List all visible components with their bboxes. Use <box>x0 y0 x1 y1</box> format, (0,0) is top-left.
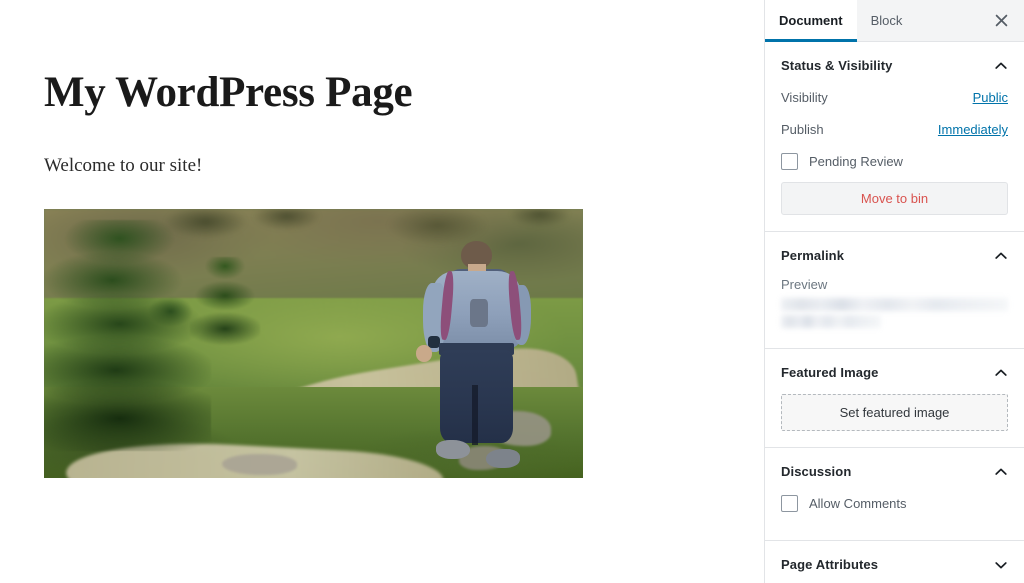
image-block[interactable] <box>44 209 583 478</box>
move-to-bin-button[interactable]: Move to bin <box>781 182 1008 215</box>
tab-document-label: Document <box>779 13 843 28</box>
chevron-up-icon <box>995 369 1007 376</box>
allow-comments-checkbox[interactable] <box>781 495 798 512</box>
pending-review-row: Pending Review <box>781 151 1008 182</box>
set-featured-image-button[interactable]: Set featured image <box>781 394 1008 431</box>
chevron-up-icon <box>995 252 1007 259</box>
permalink-preview-value-redacted[interactable] <box>781 298 1008 328</box>
panel-discussion-header[interactable]: Discussion <box>765 448 1024 493</box>
panel-discussion: Discussion Allow Comments <box>765 448 1024 541</box>
publish-label: Publish <box>781 122 824 137</box>
panel-page-attributes: Page Attributes <box>765 541 1024 583</box>
tab-block[interactable]: Block <box>857 0 917 41</box>
sidebar-tab-bar: Document Block <box>765 0 1024 42</box>
panel-featured-image: Featured Image Set featured image <box>765 349 1024 448</box>
publish-row: Publish Immediately <box>781 119 1008 151</box>
publish-value-button[interactable]: Immediately <box>938 122 1008 137</box>
panel-status-and-visibility: Status & Visibility Visibility Public Pu… <box>765 42 1024 232</box>
panel-discussion-body: Allow Comments <box>765 493 1024 540</box>
hiker-on-mountain-trail-photo <box>44 209 583 478</box>
panel-permalink-header[interactable]: Permalink <box>765 232 1024 277</box>
pending-review-label[interactable]: Pending Review <box>809 154 903 169</box>
panel-featured-image-title: Featured Image <box>781 365 879 380</box>
panel-featured-image-body: Set featured image <box>765 394 1024 447</box>
allow-comments-row: Allow Comments <box>781 493 1008 524</box>
panel-featured-image-header[interactable]: Featured Image <box>765 349 1024 394</box>
chevron-up-icon <box>995 62 1007 69</box>
permalink-preview-label: Preview <box>781 277 828 292</box>
panel-status-and-visibility-title: Status & Visibility <box>781 58 893 73</box>
panel-discussion-title: Discussion <box>781 464 852 479</box>
pending-review-checkbox[interactable] <box>781 153 798 170</box>
editor-settings-sidebar: Document Block Status & Visibility Visib… <box>764 0 1024 583</box>
allow-comments-label[interactable]: Allow Comments <box>809 496 907 511</box>
tab-document[interactable]: Document <box>765 0 857 42</box>
panel-permalink-body: Preview <box>765 277 1024 348</box>
photo-focus-blur <box>44 209 583 478</box>
editor-canvas: My WordPress Page Welcome to our site! <box>0 0 764 583</box>
panel-page-attributes-header[interactable]: Page Attributes <box>765 541 1024 583</box>
post-paragraph[interactable]: Welcome to our site! <box>44 153 202 179</box>
close-sidebar-button[interactable] <box>986 6 1016 36</box>
visibility-label: Visibility <box>781 90 828 105</box>
chevron-down-icon <box>995 561 1007 568</box>
post-title[interactable]: My WordPress Page <box>44 66 413 120</box>
redacted-line <box>781 298 1008 311</box>
visibility-value-button[interactable]: Public <box>973 90 1008 105</box>
redacted-line <box>781 315 881 328</box>
wordpress-block-editor: My WordPress Page Welcome to our site! D… <box>0 0 1024 583</box>
panel-status-and-visibility-header[interactable]: Status & Visibility <box>765 42 1024 87</box>
chevron-up-icon <box>995 468 1007 475</box>
panel-permalink-title: Permalink <box>781 248 845 263</box>
visibility-row: Visibility Public <box>781 87 1008 119</box>
panel-page-attributes-title: Page Attributes <box>781 557 879 572</box>
tab-block-label: Block <box>870 13 903 28</box>
panel-permalink: Permalink Preview <box>765 232 1024 349</box>
sidebar-panels: Status & Visibility Visibility Public Pu… <box>765 42 1024 583</box>
close-icon <box>995 14 1007 27</box>
panel-status-and-visibility-body: Visibility Public Publish Immediately Pe… <box>765 87 1024 231</box>
